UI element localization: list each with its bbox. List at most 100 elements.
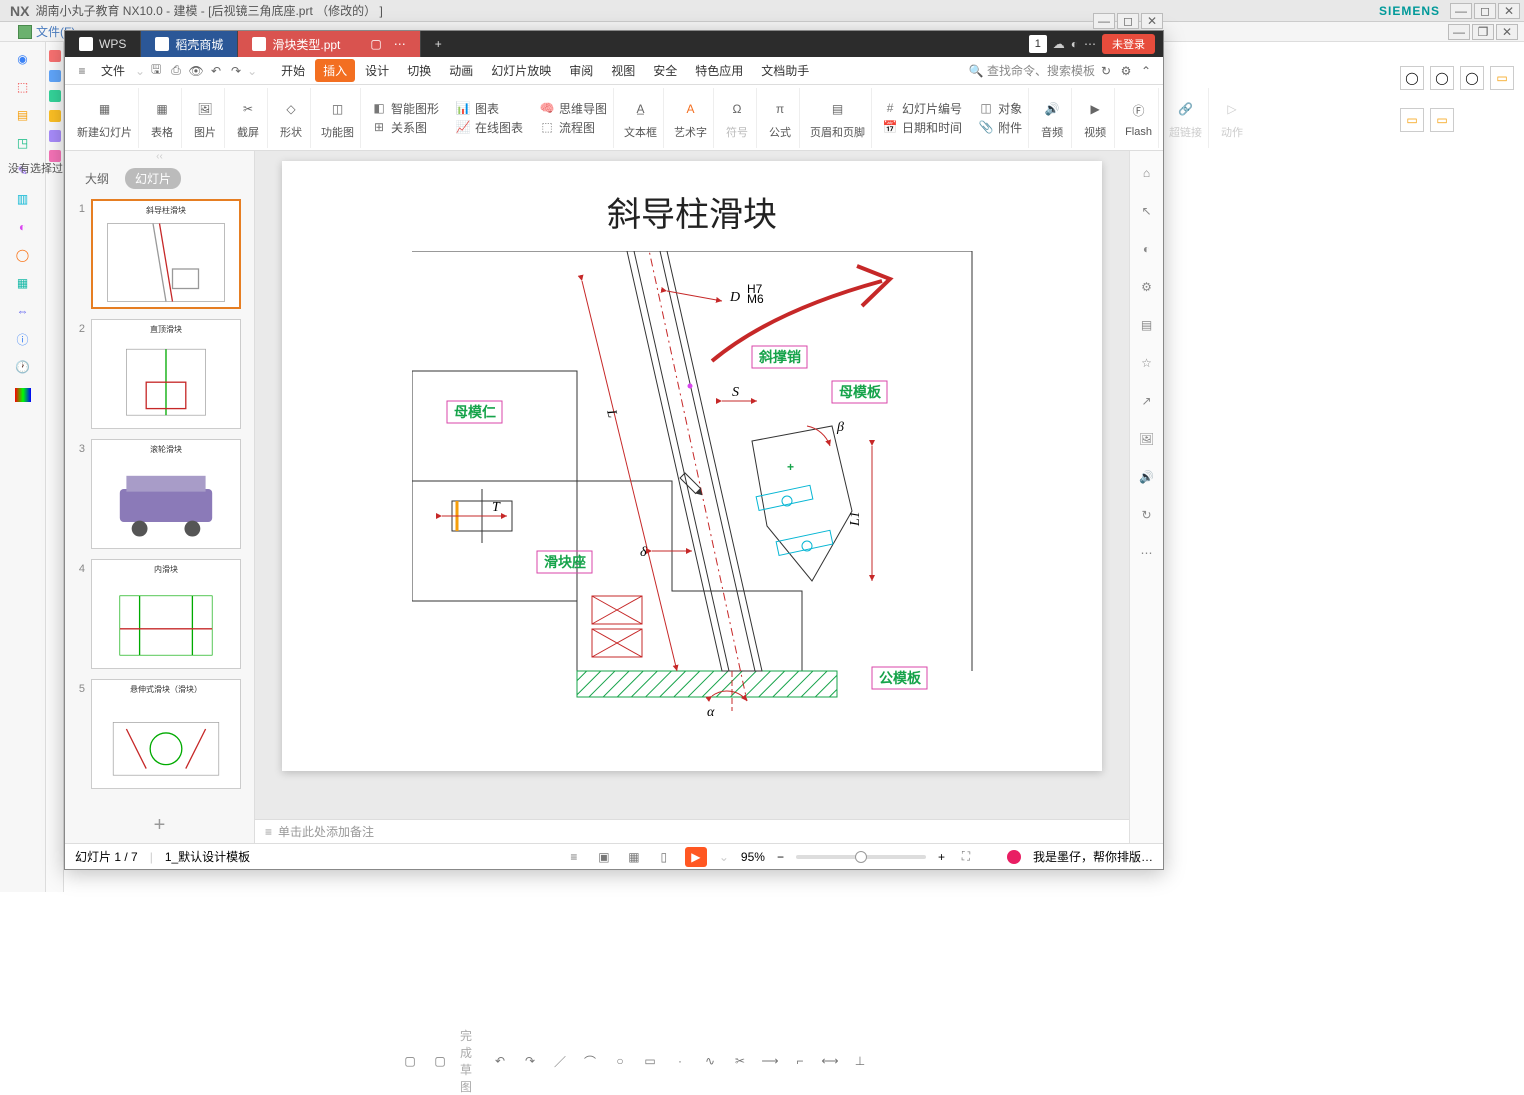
rs-refresh-icon[interactable]: ↻ [1137, 505, 1157, 525]
rs-image-icon[interactable]: 🖼 [1137, 429, 1157, 449]
zoom-slider[interactable] [796, 855, 926, 859]
rs-adjust-icon[interactable]: ⚙ [1137, 277, 1157, 297]
menu-icon[interactable]: ⋯ [1084, 37, 1096, 51]
thumbnail-1[interactable]: 1 斜导柱滑块 [73, 199, 246, 309]
sketch-ico-2[interactable]: ▢ [430, 1051, 450, 1071]
nx-r-box3[interactable]: ▭ [1430, 108, 1454, 132]
sketch-line[interactable]: ／ [550, 1051, 570, 1071]
view-reading-icon[interactable]: ▯ [655, 848, 673, 866]
zoom-percentage[interactable]: 95% [741, 850, 765, 864]
slide-viewport[interactable]: 斜导柱滑块 [255, 151, 1129, 819]
view-sorter-icon[interactable]: ▦ [625, 848, 643, 866]
notification-badge[interactable]: 1 [1029, 35, 1047, 53]
add-slide-button[interactable]: + [65, 808, 254, 843]
rib-table[interactable]: ▦ 表格 [143, 88, 182, 148]
thumbnail-list[interactable]: 1 斜导柱滑块 2 直顶滑块 3 滚轮滑块 [65, 195, 254, 808]
rs-sound-icon[interactable]: 🔊 [1137, 467, 1157, 487]
cloud-icon[interactable]: ☁ [1053, 37, 1065, 51]
nx-tool-1[interactable]: ⬚ [9, 76, 37, 98]
nx-launch-button[interactable]: ◉ [9, 48, 37, 70]
nx-tool-clock[interactable]: 🕐 [9, 356, 37, 378]
panel-collapse-icon[interactable]: ‹‹ [65, 151, 254, 162]
sketch-fillet[interactable]: ⌐ [790, 1051, 810, 1071]
print-icon[interactable]: ⎙ [167, 62, 185, 80]
skin-icon[interactable]: ◐ [1071, 37, 1078, 51]
menu-insert[interactable]: 插入 [315, 59, 355, 82]
nx-tool-extrude[interactable]: ▥ [9, 188, 37, 210]
search-icon[interactable]: 🔍 [967, 62, 985, 80]
rib-onlinechart[interactable]: 📈在线图表 [455, 119, 523, 136]
sketch-ico-1[interactable]: ▢ [400, 1051, 420, 1071]
rs-select-icon[interactable]: ↖ [1137, 201, 1157, 221]
rib-smartart[interactable]: ◧智能图形 [371, 100, 439, 117]
rib-video[interactable]: ▶ 视频 [1076, 88, 1115, 148]
new-tab-button[interactable]: + [421, 31, 456, 57]
preview-icon[interactable]: 👁 [187, 62, 205, 80]
sketch-undo[interactable]: ↶ [490, 1051, 510, 1071]
undo-icon[interactable]: ↶ [207, 62, 225, 80]
nx-tool-datum[interactable]: ◳ [9, 132, 37, 154]
sketch-trim[interactable]: ✂ [730, 1051, 750, 1071]
nx-r-circle3[interactable]: ◯ [1460, 66, 1484, 90]
rib-chart[interactable]: 📊图表 [455, 100, 499, 117]
nx-tool-2[interactable]: ▤ [9, 104, 37, 126]
slide-canvas[interactable]: 斜导柱滑块 [282, 161, 1102, 771]
nx-tool-revolve[interactable]: ◐ [9, 216, 37, 238]
inner-close-button[interactable]: ✕ [1496, 24, 1518, 40]
nx-r-box2[interactable]: ▭ [1400, 108, 1424, 132]
rib-symbol[interactable]: Ω 符号 [718, 88, 757, 148]
rib-new-slide[interactable]: ▦ 新建幻灯片 [71, 88, 139, 148]
rib-relation[interactable]: ⊞关系图 [371, 119, 427, 136]
nx-tool-pattern[interactable]: ▦ [9, 272, 37, 294]
mini-tool-3[interactable] [49, 90, 61, 102]
assistant-avatar-icon[interactable] [1007, 850, 1021, 864]
rs-share-icon[interactable]: ↗ [1137, 391, 1157, 411]
rib-attach[interactable]: 📎附件 [978, 119, 1022, 136]
nx-tool-hole[interactable]: ◯ [9, 244, 37, 266]
tab-more-icon[interactable]: ⋯ [394, 37, 406, 51]
menu-safe[interactable]: 安全 [645, 59, 685, 82]
rib-image[interactable]: 🖼 图片 [186, 88, 225, 148]
view-notes-icon[interactable]: ≡ [565, 848, 583, 866]
sketch-arc[interactable]: ⌒ [580, 1051, 600, 1071]
save-icon[interactable]: 🖫 [147, 62, 165, 80]
menu-file[interactable]: 文件 [93, 59, 133, 82]
nx-tool-color[interactable] [9, 384, 37, 406]
menu-review[interactable]: 审阅 [561, 59, 601, 82]
hamburger-icon[interactable]: ≡ [73, 62, 91, 80]
rs-home-icon[interactable]: ⌂ [1137, 163, 1157, 183]
zoom-in-button[interactable]: + [938, 850, 945, 864]
wps-minimize-button[interactable]: — [1093, 13, 1115, 29]
tab-current-file[interactable]: 滑块类型.ppt ▢ ⋯ [238, 31, 420, 57]
menu-switch[interactable]: 切换 [399, 59, 439, 82]
rib-shape[interactable]: ◇ 形状 [272, 88, 311, 148]
mini-tool-2[interactable] [49, 70, 61, 82]
rib-mind[interactable]: 🧠思维导图 [539, 100, 607, 117]
sketch-extend[interactable]: ⟶ [760, 1051, 780, 1071]
inner-minimize-button[interactable]: — [1448, 24, 1470, 40]
maximize-button[interactable]: ◻ [1474, 3, 1496, 19]
menu-anim[interactable]: 动画 [441, 59, 481, 82]
rib-flash[interactable]: Ⓕ Flash [1119, 88, 1159, 148]
rib-formula[interactable]: π 公式 [761, 88, 800, 148]
redo-icon[interactable]: ↷ [227, 62, 245, 80]
wps-maximize-button[interactable]: ◻ [1117, 13, 1139, 29]
rib-slideno[interactable]: #幻灯片编号 [882, 100, 962, 117]
thumbnail-3[interactable]: 3 滚轮滑块 [73, 439, 246, 549]
minimize-button[interactable]: — [1450, 3, 1472, 19]
menu-helper[interactable]: 文档助手 [753, 59, 817, 82]
tab-slides[interactable]: 幻灯片 [125, 168, 181, 189]
sketch-circle[interactable]: ○ [610, 1051, 630, 1071]
close-button[interactable]: ✕ [1498, 3, 1520, 19]
rib-audio[interactable]: 🔊 音频 [1033, 88, 1072, 148]
wps-close-button[interactable]: ✕ [1141, 13, 1163, 29]
tab-slideshow-icon[interactable]: ▢ [370, 37, 381, 51]
tab-docer[interactable]: 稻壳商城 [141, 31, 238, 57]
thumbnail-4[interactable]: 4 内滑块 [73, 559, 246, 669]
collapse-ribbon-icon[interactable]: ⌃ [1137, 62, 1155, 80]
rib-datetime[interactable]: 📅日期和时间 [882, 119, 962, 136]
menu-feature[interactable]: 特色应用 [687, 59, 751, 82]
nx-r-box1[interactable]: ▭ [1490, 66, 1514, 90]
rib-object[interactable]: ◫对象 [978, 100, 1022, 117]
sketch-dim[interactable]: ⟷ [820, 1051, 840, 1071]
